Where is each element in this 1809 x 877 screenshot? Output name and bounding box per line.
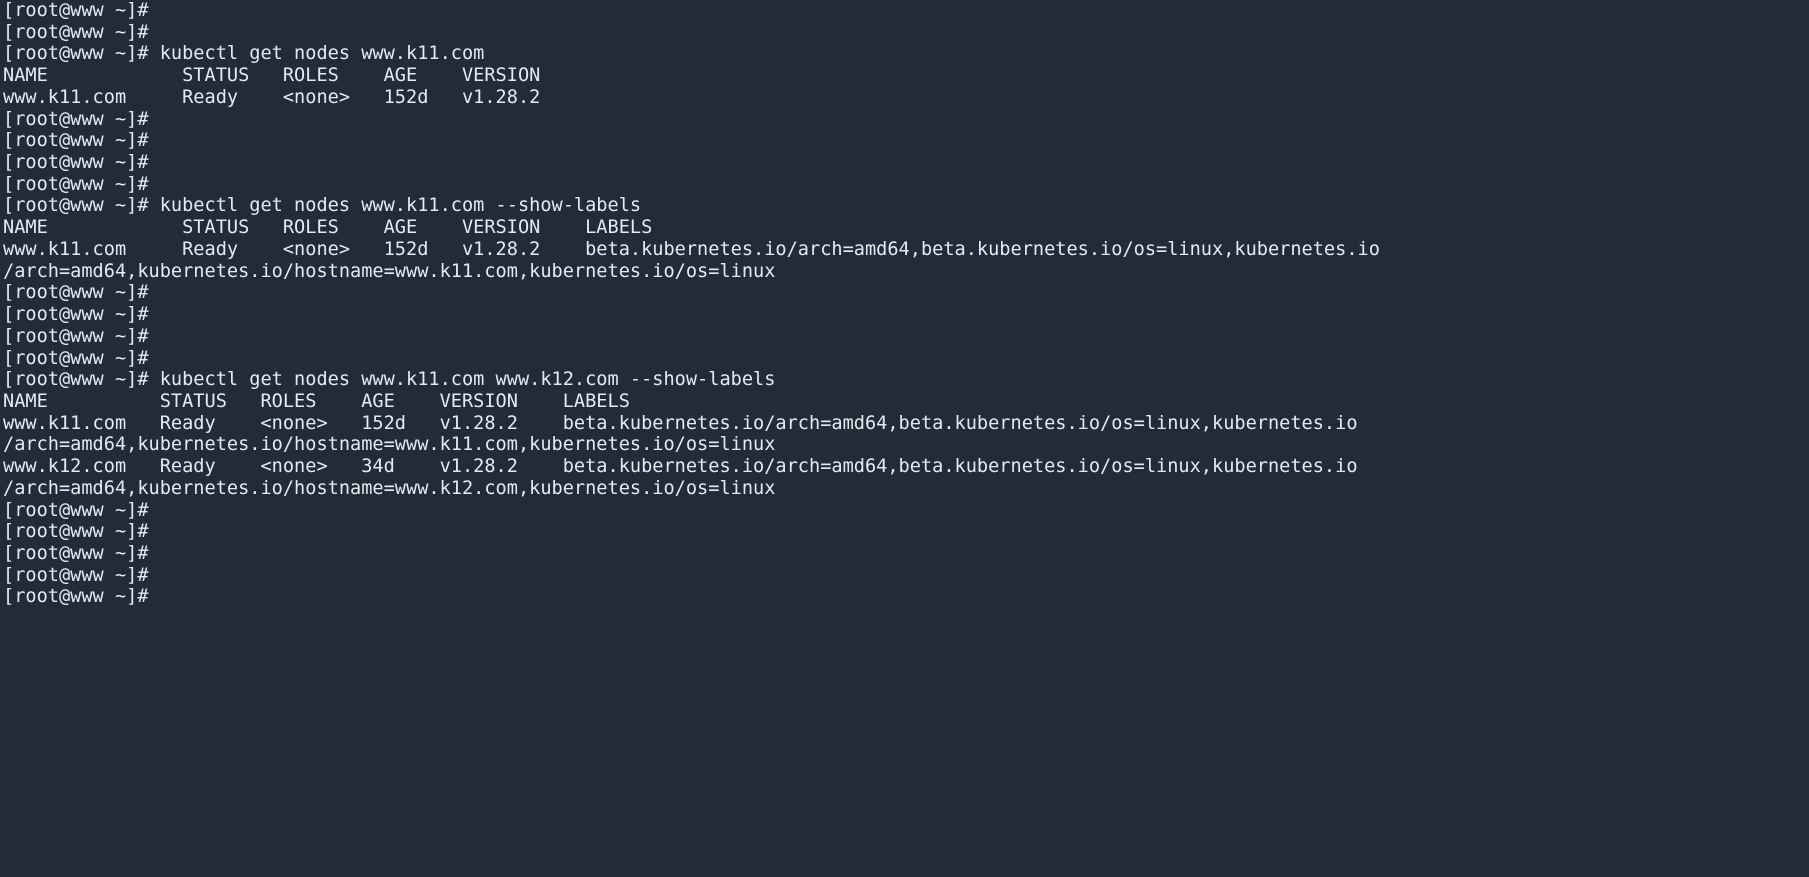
shell-command: kubectl get nodes www.k11.com www.k12.co… <box>148 369 776 391</box>
terminal-line: [root@www ~]# kubectl get nodes www.k11.… <box>3 43 1809 65</box>
terminal-line: www.k11.com Ready <none> 152d v1.28.2 be… <box>3 239 1809 261</box>
terminal-line: [root@www ~]# <box>3 348 1809 370</box>
table-header-row: NAME STATUS ROLES AGE VERSION LABELS <box>3 217 653 239</box>
terminal-line: [root@www ~]# <box>3 282 1809 304</box>
shell-command: kubectl get nodes www.k11.com <box>148 43 485 65</box>
table-header-row: NAME STATUS ROLES AGE VERSION LABELS <box>3 390 630 412</box>
shell-prompt: [root@www ~]# <box>3 347 149 369</box>
terminal-line: NAME STATUS ROLES AGE VERSION LABELS <box>3 217 1809 239</box>
shell-prompt: [root@www ~]# <box>3 195 149 217</box>
terminal-line: [root@www ~]# <box>3 109 1809 131</box>
terminal-line: [root@www ~]# <box>3 521 1809 543</box>
terminal-line: [root@www ~]# <box>3 174 1809 196</box>
terminal-line: [root@www ~]# <box>3 152 1809 174</box>
terminal-line: [root@www ~]# <box>3 586 1809 608</box>
table-header-row: NAME STATUS ROLES AGE VERSION <box>3 65 541 87</box>
terminal-line: [root@www ~]# <box>3 22 1809 44</box>
terminal-line: [root@www ~]# kubectl get nodes www.k11.… <box>3 195 1809 217</box>
terminal-line: [root@www ~]# <box>3 0 1809 22</box>
terminal-screen[interactable]: [root@www ~]# [root@www ~]# [root@www ~]# … <box>3 0 1809 608</box>
shell-prompt: [root@www ~]# <box>3 130 149 152</box>
table-row: www.k11.com Ready <none> 152d v1.28.2 be… <box>3 238 1380 260</box>
terminal-window[interactable]: [root@www ~]# [root@www ~]# [root@www ~]# … <box>0 0 1809 877</box>
terminal-line: [root@www ~]# <box>3 543 1809 565</box>
shell-prompt: [root@www ~]# <box>3 43 149 65</box>
shell-prompt: [root@www ~]# <box>3 542 149 564</box>
shell-prompt: [root@www ~]# <box>3 564 149 586</box>
shell-prompt: [root@www ~]# <box>3 152 149 174</box>
shell-prompt: [root@www ~]# <box>3 21 149 43</box>
terminal-line: www.k12.com Ready <none> 34d v1.28.2 bet… <box>3 456 1809 478</box>
terminal-line: [root@www ~]# <box>3 130 1809 152</box>
terminal-line: /arch=amd64,kubernetes.io/hostname=www.k… <box>3 434 1809 456</box>
table-row: /arch=amd64,kubernetes.io/hostname=www.k… <box>3 477 776 499</box>
shell-prompt: [root@www ~]# <box>3 304 149 326</box>
terminal-line: www.k11.com Ready <none> 152d v1.28.2 <box>3 87 1809 109</box>
shell-prompt: [root@www ~]# <box>3 369 149 391</box>
shell-prompt: [root@www ~]# <box>3 325 149 347</box>
shell-command: kubectl get nodes www.k11.com --show-lab… <box>148 195 642 217</box>
terminal-line: [root@www ~]# kubectl get nodes www.k11.… <box>3 369 1809 391</box>
terminal-line: [root@www ~]# <box>3 326 1809 348</box>
shell-prompt: [root@www ~]# <box>3 108 149 130</box>
table-row: /arch=amd64,kubernetes.io/hostname=www.k… <box>3 260 776 282</box>
table-row: www.k12.com Ready <none> 34d v1.28.2 bet… <box>3 456 1358 478</box>
shell-prompt: [root@www ~]# <box>3 499 149 521</box>
terminal-line: NAME STATUS ROLES AGE VERSION <box>3 65 1809 87</box>
terminal-line: www.k11.com Ready <none> 152d v1.28.2 be… <box>3 413 1809 435</box>
table-row: www.k11.com Ready <none> 152d v1.28.2 <box>3 86 541 108</box>
terminal-line: [root@www ~]# <box>3 304 1809 326</box>
terminal-line: /arch=amd64,kubernetes.io/hostname=www.k… <box>3 478 1809 500</box>
terminal-line: [root@www ~]# <box>3 565 1809 587</box>
terminal-line: NAME STATUS ROLES AGE VERSION LABELS <box>3 391 1809 413</box>
shell-prompt: [root@www ~]# <box>3 521 149 543</box>
shell-prompt: [root@www ~]# <box>3 0 149 21</box>
table-row: www.k11.com Ready <none> 152d v1.28.2 be… <box>3 412 1358 434</box>
shell-prompt: [root@www ~]# <box>3 586 149 608</box>
shell-prompt: [root@www ~]# <box>3 282 149 304</box>
terminal-line: [root@www ~]# <box>3 500 1809 522</box>
terminal-line: /arch=amd64,kubernetes.io/hostname=www.k… <box>3 261 1809 283</box>
table-row: /arch=amd64,kubernetes.io/hostname=www.k… <box>3 434 776 456</box>
shell-prompt: [root@www ~]# <box>3 173 149 195</box>
